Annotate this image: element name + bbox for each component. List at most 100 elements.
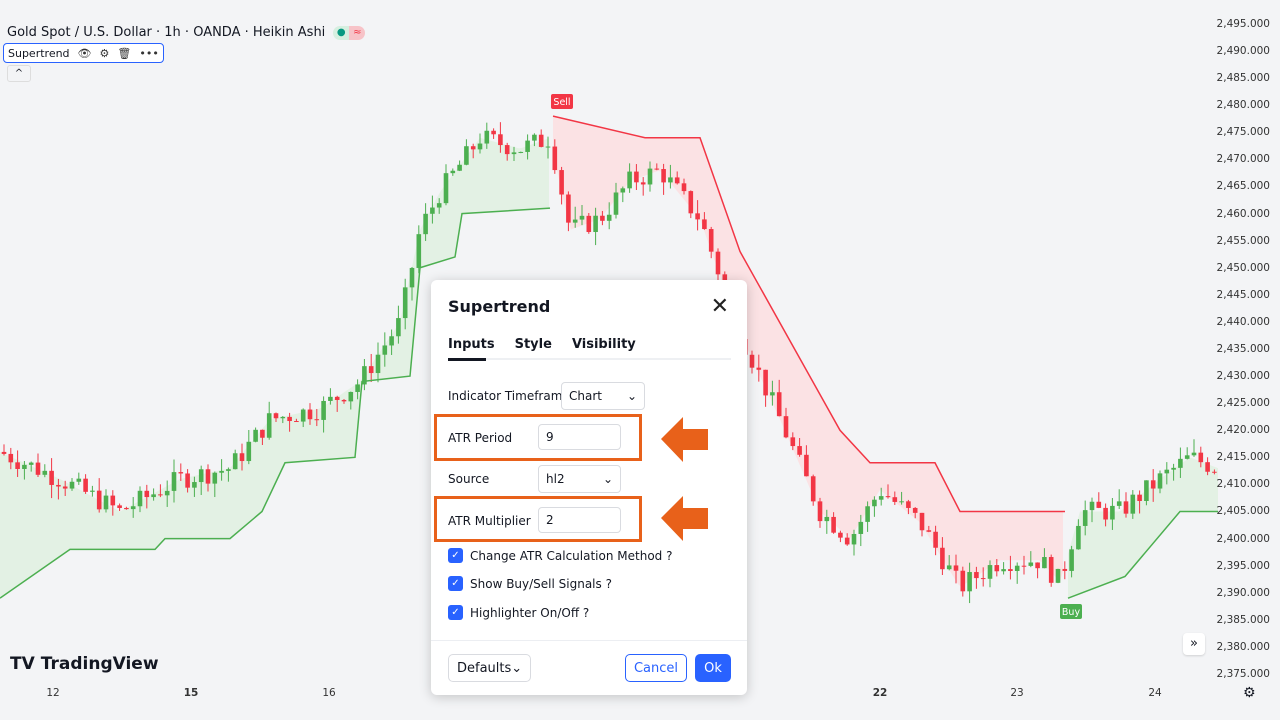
candle-body bbox=[1164, 469, 1170, 474]
tab-divider bbox=[448, 358, 731, 360]
candle-body bbox=[1137, 494, 1142, 501]
candle-body bbox=[314, 419, 320, 421]
candle-body bbox=[559, 170, 564, 195]
time-label: 24 bbox=[1148, 687, 1162, 699]
defaults-dropdown[interactable]: Defaults ⌄ bbox=[448, 654, 531, 682]
candle-body bbox=[960, 570, 966, 592]
candle-body bbox=[1076, 525, 1081, 550]
source-select[interactable]: hl2 ⌄ bbox=[538, 465, 621, 493]
candle-body bbox=[1055, 568, 1061, 583]
candle-body bbox=[1157, 473, 1163, 489]
candle-body bbox=[90, 490, 95, 492]
candle-body bbox=[76, 478, 82, 482]
candle-body bbox=[22, 464, 27, 469]
candle-body bbox=[226, 469, 231, 471]
eye-icon[interactable]: 👁 bbox=[78, 47, 92, 60]
candle-body bbox=[790, 437, 796, 447]
candle-body bbox=[797, 446, 802, 455]
atr-period-input[interactable]: 9 bbox=[538, 424, 621, 450]
more-icon[interactable]: ••• bbox=[139, 47, 158, 60]
price-label: 2,435.000 bbox=[1216, 342, 1270, 355]
candle-body bbox=[878, 496, 884, 500]
candle-body bbox=[151, 494, 156, 498]
candle-body bbox=[450, 170, 456, 174]
market-status[interactable]: ● ≈ bbox=[333, 25, 366, 40]
candle-body bbox=[253, 429, 258, 442]
candle-body bbox=[756, 367, 762, 370]
chart-legend: Gold Spot / U.S. Dollar · 1h · OANDA · H… bbox=[7, 25, 366, 40]
candle-body bbox=[940, 547, 945, 570]
uptrend-highlight bbox=[1068, 457, 1218, 599]
timeframe-select[interactable]: Chart ⌄ bbox=[561, 382, 645, 410]
candle-body bbox=[572, 219, 578, 223]
candle-body bbox=[892, 497, 898, 502]
candle-body bbox=[688, 191, 694, 214]
trash-icon[interactable]: 🗑 bbox=[117, 47, 131, 60]
candle-body bbox=[15, 462, 20, 469]
price-label: 2,470.000 bbox=[1216, 153, 1270, 166]
tab-style[interactable]: Style bbox=[515, 337, 552, 352]
candle-body bbox=[1028, 562, 1034, 566]
candle-body bbox=[423, 213, 428, 235]
show-signals-checkbox[interactable]: ✓ Show Buy/Sell Signals ? bbox=[448, 576, 612, 591]
candle-body bbox=[110, 495, 116, 506]
candle-body bbox=[946, 565, 952, 570]
candle-body bbox=[212, 472, 218, 484]
change-atr-method-checkbox[interactable]: ✓ Change ATR Calculation Method ? bbox=[448, 548, 672, 563]
candle-body bbox=[872, 499, 877, 507]
ok-button[interactable]: Ok bbox=[695, 654, 731, 682]
candle-body bbox=[409, 267, 415, 288]
candle-body bbox=[117, 505, 122, 508]
candle-body bbox=[953, 565, 959, 571]
chart-settings-icon[interactable]: ⚙ bbox=[1243, 685, 1256, 701]
candle-body bbox=[1069, 549, 1074, 571]
candle-body bbox=[600, 215, 605, 221]
candle-body bbox=[858, 521, 864, 534]
tradingview-logo: TV TradingView bbox=[10, 654, 159, 674]
candle-body bbox=[681, 183, 687, 192]
candle-body bbox=[198, 469, 204, 483]
candle-body bbox=[804, 454, 809, 477]
price-label: 2,490.000 bbox=[1216, 45, 1270, 58]
candle-body bbox=[1103, 507, 1108, 520]
candle-body bbox=[1184, 455, 1190, 459]
atr-multiplier-input[interactable]: 2 bbox=[538, 507, 621, 533]
candle-body bbox=[205, 469, 211, 484]
candle-body bbox=[396, 318, 401, 337]
candle-body bbox=[702, 219, 707, 230]
candle-body bbox=[885, 496, 891, 498]
close-icon[interactable]: ✕ bbox=[711, 294, 729, 319]
defaults-label: Defaults bbox=[457, 660, 512, 676]
settings-icon[interactable]: ⚙ bbox=[100, 47, 110, 60]
candle-body bbox=[477, 143, 483, 150]
highlighter-checkbox[interactable]: ✓ Highlighter On/Off ? bbox=[448, 605, 589, 620]
candle-body bbox=[219, 470, 224, 473]
price-label: 2,420.000 bbox=[1216, 424, 1270, 437]
candle-body bbox=[776, 392, 782, 417]
cancel-button[interactable]: Cancel bbox=[625, 654, 687, 682]
checkbox-label: Show Buy/Sell Signals ? bbox=[470, 576, 612, 591]
tab-inputs[interactable]: Inputs bbox=[448, 337, 495, 352]
scroll-to-realtime-button[interactable]: » bbox=[1183, 633, 1205, 655]
candle-body bbox=[457, 164, 462, 171]
candle-body bbox=[532, 134, 537, 141]
candle-body bbox=[185, 473, 190, 488]
indicator-legend[interactable]: Supertrend 👁 ⚙ 🗑 ••• bbox=[3, 43, 164, 63]
collapse-legend-button[interactable]: ^ bbox=[7, 65, 31, 82]
candle-body bbox=[606, 214, 612, 221]
tab-visibility[interactable]: Visibility bbox=[572, 337, 636, 352]
candle-body bbox=[967, 572, 972, 592]
price-label: 2,495.000 bbox=[1216, 18, 1270, 30]
candle-body bbox=[1021, 565, 1027, 567]
price-label: 2,395.000 bbox=[1216, 559, 1270, 572]
price-label: 2,380.000 bbox=[1216, 640, 1270, 653]
price-label: 2,405.000 bbox=[1216, 505, 1270, 518]
candle-body bbox=[1205, 462, 1210, 472]
candle-body bbox=[1198, 452, 1204, 463]
candle-body bbox=[341, 399, 347, 402]
price-label: 2,390.000 bbox=[1216, 586, 1270, 599]
candle-body bbox=[851, 533, 857, 545]
candle-body bbox=[647, 168, 653, 185]
candle-body bbox=[1062, 568, 1068, 571]
price-label: 2,415.000 bbox=[1216, 451, 1270, 464]
